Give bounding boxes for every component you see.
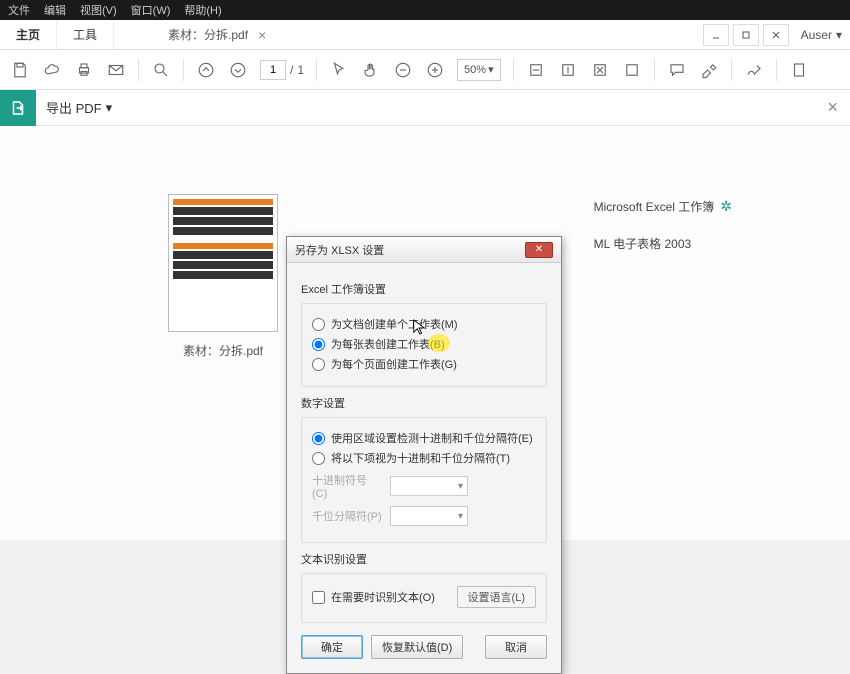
actual-size-icon[interactable] [622, 60, 642, 80]
dialog-titlebar[interactable]: 另存为 XLSX 设置 ✕ [287, 237, 561, 263]
menu-edit[interactable]: 编辑 [44, 2, 66, 18]
zoom-in-icon[interactable] [425, 60, 445, 80]
document-tab-label: 素材：分拆.pdf [168, 26, 248, 43]
thousand-combo[interactable]: ▾ [390, 506, 468, 526]
page-current-input[interactable] [260, 60, 286, 80]
close-icon[interactable]: × [827, 97, 838, 118]
dialog-title: 另存为 XLSX 设置 [295, 242, 384, 258]
highlight-icon[interactable] [699, 60, 719, 80]
ok-button[interactable]: 确定 [301, 635, 363, 659]
radio-custom-sep[interactable]: 将以下项视为十进制和千位分隔符(T) [312, 450, 536, 466]
section-ocr-title: 文本识别设置 [301, 551, 547, 567]
pointer-icon[interactable] [329, 60, 349, 80]
chevron-down-icon: ▾ [488, 63, 494, 76]
thousand-row: 千位分隔符(P) ▾ [312, 506, 536, 526]
page-indicator: / 1 [260, 60, 304, 80]
zoom-select[interactable]: 50% ▾ [457, 59, 501, 81]
page-sep: / [290, 63, 293, 77]
save-icon[interactable] [10, 60, 30, 80]
hand-icon[interactable] [361, 60, 381, 80]
ocr-fieldset: 在需要时识别文本(O) 设置语言(L) [301, 573, 547, 623]
fit-page-icon[interactable] [558, 60, 578, 80]
user-menu[interactable]: Auser ▾ [801, 28, 842, 42]
radio-label: 使用区域设置检测十进制和千位分隔符(E) [331, 430, 533, 446]
menu-file[interactable]: 文件 [8, 2, 30, 18]
thumbnail-caption: 素材：分拆.pdf [168, 342, 278, 359]
export-pdf-icon [0, 90, 36, 126]
restore-defaults-button[interactable]: 恢复默认值(D) [371, 635, 463, 659]
fit-visible-icon[interactable] [590, 60, 610, 80]
close-icon[interactable]: × [258, 27, 266, 43]
zoom-value: 50% [464, 64, 486, 76]
search-icon[interactable] [151, 60, 171, 80]
decimal-label: 十进制符号(C) [312, 472, 382, 500]
tab-tools[interactable]: 工具 [57, 20, 114, 49]
format-label: Microsoft Excel 工作簿 [594, 198, 715, 215]
thousand-label: 千位分隔符(P) [312, 508, 382, 524]
section-number-title: 数字设置 [301, 395, 547, 411]
tab-bar: 主页 工具 素材：分拆.pdf × Auser ▾ [0, 20, 850, 50]
menu-bar: 文件 编辑 视图(V) 窗口(W) 帮助(H) [0, 0, 850, 20]
chevron-down-icon: ▾ [458, 481, 463, 492]
window-minimize-button[interactable] [703, 24, 729, 46]
ocr-label: 在需要时识别文本(O) [331, 589, 435, 605]
workspace: 素材：分拆.pdf Microsoft Excel 工作簿 ✲ ML 电子表格 … [0, 126, 850, 540]
number-fieldset: 使用区域设置检测十进制和千位分隔符(E) 将以下项视为十进制和千位分隔符(T) … [301, 417, 547, 543]
ocr-checkbox[interactable] [312, 591, 325, 604]
user-name: Auser [801, 28, 832, 42]
page-thumbnail[interactable] [168, 194, 278, 332]
dialog-close-button[interactable]: ✕ [525, 242, 553, 258]
page-view-icon[interactable] [789, 60, 809, 80]
export-bar: 导出 PDF ▾ × [0, 90, 850, 126]
menu-help[interactable]: 帮助(H) [184, 2, 221, 18]
window-maximize-button[interactable] [733, 24, 759, 46]
radio-label: 为每张表创建工作表(B) [331, 336, 445, 352]
window-close-button[interactable] [763, 24, 789, 46]
radio-each-page[interactable]: 为每个页面创建工作表(G) [312, 356, 536, 372]
print-icon[interactable] [74, 60, 94, 80]
menu-window[interactable]: 窗口(W) [131, 2, 171, 18]
page-up-icon[interactable] [196, 60, 216, 80]
chevron-down-icon: ▾ [458, 511, 463, 522]
cancel-button[interactable]: 取消 [485, 635, 547, 659]
toolbar: / 1 50% ▾ [0, 50, 850, 90]
tab-home[interactable]: 主页 [0, 20, 57, 49]
zoom-out-icon[interactable] [393, 60, 413, 80]
mail-icon[interactable] [106, 60, 126, 80]
ocr-checkbox-row[interactable]: 在需要时识别文本(O) 设置语言(L) [312, 586, 536, 608]
cloud-icon[interactable] [42, 60, 62, 80]
format-label: ML 电子表格 2003 [594, 235, 692, 252]
section-workbook-title: Excel 工作簿设置 [301, 281, 547, 297]
set-language-button[interactable]: 设置语言(L) [457, 586, 536, 608]
save-as-xlsx-dialog: 另存为 XLSX 设置 ✕ Excel 工作簿设置 为文档创建单个工作表(M) … [286, 236, 562, 674]
radio-label: 将以下项视为十进制和千位分隔符(T) [331, 450, 510, 466]
decimal-combo[interactable]: ▾ [390, 476, 468, 496]
format-list: Microsoft Excel 工作簿 ✲ ML 电子表格 2003 [594, 198, 732, 272]
radio-single-sheet[interactable]: 为文档创建单个工作表(M) [312, 316, 536, 332]
menu-view[interactable]: 视图(V) [80, 2, 117, 18]
export-pdf-dropdown[interactable]: 导出 PDF ▾ [46, 98, 112, 117]
comment-icon[interactable] [667, 60, 687, 80]
chevron-down-icon: ▾ [836, 28, 842, 42]
workbook-fieldset: 为文档创建单个工作表(M) 为每张表创建工作表(B) 为每个页面创建工作表(G) [301, 303, 547, 387]
page-total: 1 [297, 63, 304, 77]
radio-locale-detect[interactable]: 使用区域设置检测十进制和千位分隔符(E) [312, 430, 536, 446]
fit-width-icon[interactable] [526, 60, 546, 80]
page-down-icon[interactable] [228, 60, 248, 80]
document-tab[interactable]: 素材：分拆.pdf × [154, 20, 280, 49]
thumbnail-wrap: 素材：分拆.pdf [168, 194, 278, 359]
format-row-xml2003[interactable]: ML 电子表格 2003 [594, 235, 732, 252]
dialog-button-row: 确定 恢复默认值(D) 取消 [301, 635, 547, 659]
sign-icon[interactable] [744, 60, 764, 80]
format-row-excel[interactable]: Microsoft Excel 工作簿 ✲ [594, 198, 732, 215]
radio-each-table[interactable]: 为每张表创建工作表(B) [312, 336, 536, 352]
decimal-row: 十进制符号(C) ▾ [312, 472, 536, 500]
chevron-down-icon: ▾ [106, 100, 113, 116]
radio-label: 为文档创建单个工作表(M) [331, 316, 458, 332]
gear-icon[interactable]: ✲ [720, 198, 732, 215]
export-pdf-label: 导出 PDF [46, 98, 102, 117]
radio-label: 为每个页面创建工作表(G) [331, 356, 457, 372]
